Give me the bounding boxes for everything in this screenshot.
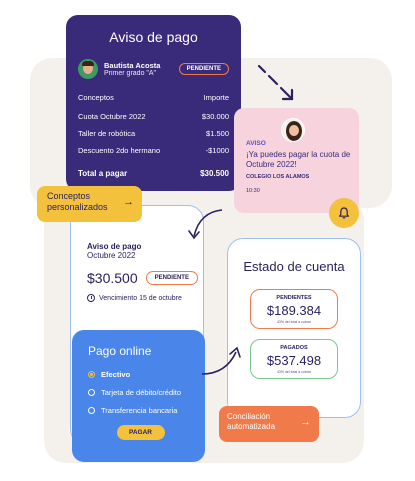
total-amount: $30.500 <box>200 169 229 178</box>
paid-value: $537.498 <box>266 353 322 369</box>
payment-notice-title: Aviso de pago <box>109 29 198 45</box>
payment-option-card[interactable]: Tarjeta de débito/crédito <box>88 388 193 397</box>
paid-foot: 43% del total a cobrar <box>276 370 312 375</box>
custom-concepts-tag[interactable]: Conceptos personalizados → <box>37 186 142 222</box>
curved-arrow-icon <box>188 209 223 240</box>
curved-arrow-icon <box>201 346 241 375</box>
notification-message: ¡Ya puedes pagar la cuota de Octubre 202… <box>246 150 351 169</box>
table-header: Conceptos Importe <box>78 93 229 102</box>
arrow-right-icon: → <box>300 416 311 428</box>
table-row: Descuento 2do hermano -$1000 <box>78 146 229 155</box>
pending-value: $189.384 <box>266 303 322 319</box>
sender-avatar <box>281 118 305 142</box>
due-date-row: Vencimiento 15 de octubre <box>87 294 189 302</box>
bell-icon <box>339 207 349 219</box>
payment-option-label: Transferencia bancaria <box>101 406 178 415</box>
amount-row: $30.500 PENDIENTE <box>87 270 198 286</box>
summary-period: Octubre 2022 <box>87 251 136 260</box>
payment-option-transfer[interactable]: Transferencia bancaria <box>88 406 193 415</box>
column-header-amount: Importe <box>203 93 229 102</box>
status-badge: PENDIENTE <box>178 63 229 75</box>
arrow-right-icon: → <box>123 196 134 208</box>
bell-button[interactable] <box>329 198 359 228</box>
custom-concepts-label: Conceptos personalizados <box>47 191 108 212</box>
summary-title: Aviso de pago <box>87 242 142 251</box>
concept-cell: Cuota Octubre 2022 <box>78 112 146 121</box>
summary-amount: $30.500 <box>87 270 138 286</box>
amount-cell: $1.500 <box>206 129 229 138</box>
payment-option-cash[interactable]: Efectivo <box>88 370 193 379</box>
concept-cell: Taller de robótica <box>78 129 136 138</box>
pay-button[interactable]: PAGAR <box>116 425 165 440</box>
table-row: Taller de robótica $1.500 <box>78 129 229 138</box>
concept-cell: Descuento 2do hermano <box>78 146 161 155</box>
due-date-text: Vencimiento 15 de octubre <box>99 294 182 302</box>
account-statement-card: Estado de cuenta PENDIENTES $189.384 43%… <box>227 238 361 418</box>
student-grade: Primer grado "A" <box>104 70 157 77</box>
student-row: Bautista Acosta Primer grado "A" PENDIEN… <box>78 59 229 79</box>
amount-cell: $30.000 <box>201 112 229 121</box>
notification-time: 10:30 <box>246 188 260 194</box>
reconciliation-tag[interactable]: Conciliación automatizada → <box>219 406 319 442</box>
amount-cell: -$1000 <box>205 146 229 155</box>
pending-label: PENDIENTES <box>276 295 312 302</box>
radio-icon[interactable] <box>88 407 95 414</box>
student-avatar <box>78 59 98 79</box>
table-row: Cuota Octubre 2022 $30.000 <box>78 112 229 121</box>
total-row: Total a pagar $30.500 <box>78 169 229 178</box>
payment-option-label: Tarjeta de débito/crédito <box>101 388 182 397</box>
column-header-concept: Conceptos <box>78 93 114 102</box>
payment-notice-card: Aviso de pago Bautista Acosta Primer gra… <box>66 15 241 191</box>
account-statement-title: Estado de cuenta <box>243 259 345 274</box>
diagonal-arrow-icon <box>257 64 294 101</box>
radio-selected-icon[interactable] <box>88 371 95 378</box>
pending-box: PENDIENTES $189.384 43% del total a cobr… <box>250 289 338 330</box>
status-badge: PENDIENTE <box>145 271 198 285</box>
reconciliation-label: Conciliación automatizada <box>227 412 276 431</box>
pending-foot: 43% del total a cobrar <box>276 320 312 325</box>
student-name: Bautista Acosta <box>104 61 161 70</box>
total-label: Total a pagar <box>78 169 128 178</box>
notification-label: AVISO <box>246 140 266 147</box>
radio-icon[interactable] <box>88 389 95 396</box>
clock-icon <box>87 294 95 302</box>
notification-school: COLEGIO LOS ALAMOS <box>246 174 310 180</box>
paid-label: PAGADOS <box>280 345 308 352</box>
student-info: Bautista Acosta Primer grado "A" <box>104 61 173 77</box>
online-payment-card: Pago online Efectivo Tarjeta de débito/c… <box>72 330 205 462</box>
paid-box: PAGADOS $537.498 43% del total a cobrar <box>250 339 338 380</box>
online-payment-title: Pago online <box>88 344 152 358</box>
payment-option-label: Efectivo <box>101 370 131 379</box>
